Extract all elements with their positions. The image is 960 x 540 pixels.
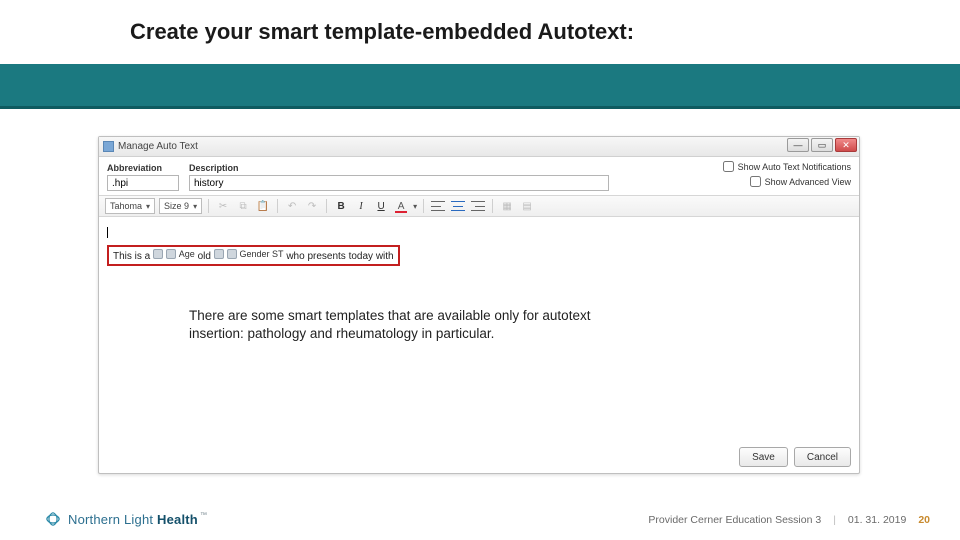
editor-body[interactable]: This is a Age old Gender ST who presents… (99, 217, 859, 274)
gender-chip[interactable]: Gender ST (227, 249, 284, 259)
teal-underline (0, 106, 960, 109)
brand-text: Northern Light Health™ (68, 512, 207, 527)
abbreviation-label: Abbreviation (107, 163, 179, 173)
template-highlight-box: This is a Age old Gender ST who presents… (107, 245, 400, 266)
slide-title-band: Create your smart template-embedded Auto… (0, 0, 960, 64)
smart-chip[interactable] (214, 249, 224, 259)
save-button[interactable]: Save (739, 447, 788, 467)
font-color-button[interactable]: A (393, 198, 409, 214)
undo-button[interactable]: ↶ (284, 198, 300, 214)
checkbox-stack: Show Auto Text Notifications Show Advanc… (723, 161, 851, 187)
template-icon (227, 249, 237, 259)
page-number: 20 (918, 514, 930, 526)
dialog-buttons: Save Cancel (739, 447, 851, 467)
window-controls: — ▭ ✕ (787, 138, 857, 152)
cancel-button-label: Cancel (807, 452, 838, 463)
paste-button[interactable]: 📋 (255, 198, 271, 214)
separator (492, 199, 493, 213)
font-select[interactable]: Tahoma ▾ (105, 198, 155, 214)
explanatory-note: There are some smart templates that are … (189, 307, 619, 343)
footer-date: 01. 31. 2019 (848, 514, 906, 526)
show-advanced-row[interactable]: Show Advanced View (750, 176, 851, 187)
bold-button[interactable]: B (333, 198, 349, 214)
chevron-down-icon[interactable]: ▾ (413, 202, 417, 211)
separator (208, 199, 209, 213)
cancel-button[interactable]: Cancel (794, 447, 851, 467)
underline-button[interactable]: U (373, 198, 389, 214)
align-center-button[interactable] (450, 198, 466, 214)
abbreviation-field-group: Abbreviation (107, 163, 179, 191)
footer-divider: | (833, 514, 836, 526)
template-icon (166, 249, 176, 259)
align-left-button[interactable] (430, 198, 446, 214)
size-select-value: Size 9 (164, 201, 189, 211)
description-input[interactable] (189, 175, 609, 191)
age-chip[interactable]: Age (166, 249, 195, 259)
slide-title: Create your smart template-embedded Auto… (130, 19, 634, 45)
template-text-tail: who presents today with (286, 251, 393, 262)
show-notifications-label: Show Auto Text Notifications (738, 162, 851, 172)
template-text-lead: This is a (113, 251, 150, 262)
minimize-button[interactable]: — (787, 138, 809, 152)
tm-mark: ™ (200, 512, 207, 519)
text-cursor (107, 227, 108, 238)
close-button[interactable]: ✕ (835, 138, 857, 152)
cursor-line (107, 227, 851, 239)
window-title: Manage Auto Text (118, 141, 198, 152)
copy-button[interactable]: ⧉ (235, 198, 251, 214)
cut-button[interactable]: ✂ (215, 198, 231, 214)
abbreviation-input[interactable] (107, 175, 179, 191)
brand-mark-icon (44, 510, 62, 528)
save-button-label: Save (752, 452, 775, 463)
footer-right: Provider Cerner Education Session 3 | 01… (648, 514, 930, 526)
separator (277, 199, 278, 213)
fields-row: Abbreviation Description Show Auto Text … (99, 157, 859, 195)
brand-bold: Health (157, 512, 198, 527)
session-label: Provider Cerner Education Session 3 (648, 514, 821, 526)
italic-button[interactable]: I (353, 198, 369, 214)
insert-button-1[interactable]: ▦ (499, 198, 515, 214)
description-field-group: Description (189, 163, 609, 191)
chevron-down-icon: ▾ (193, 202, 197, 211)
show-advanced-checkbox[interactable] (750, 176, 761, 187)
brand-logo: Northern Light Health™ (44, 510, 207, 528)
show-notifications-checkbox[interactable] (723, 161, 734, 172)
brand-light: Northern Light (68, 512, 153, 527)
maximize-button[interactable]: ▭ (811, 138, 833, 152)
size-select[interactable]: Size 9 ▾ (159, 198, 202, 214)
separator (423, 199, 424, 213)
manage-autotext-window: Manage Auto Text — ▭ ✕ Abbreviation Desc… (98, 136, 860, 474)
show-notifications-row[interactable]: Show Auto Text Notifications (723, 161, 851, 172)
window-titlebar: Manage Auto Text — ▭ ✕ (99, 137, 859, 157)
editor-toolbar: Tahoma ▾ Size 9 ▾ ✂ ⧉ 📋 ↶ ↷ B I U A ▾ ▦ … (99, 195, 859, 217)
template-text-old: old (198, 251, 211, 262)
separator (326, 199, 327, 213)
align-right-button[interactable] (470, 198, 486, 214)
font-select-value: Tahoma (110, 201, 142, 211)
description-label: Description (189, 163, 609, 173)
app-icon (103, 141, 114, 152)
template-icon (214, 249, 224, 259)
template-icon (153, 249, 163, 259)
show-advanced-label: Show Advanced View (765, 177, 851, 187)
age-chip-label: Age (179, 249, 195, 259)
teal-band (0, 64, 960, 106)
smart-chip[interactable] (153, 249, 163, 259)
chevron-down-icon: ▾ (146, 202, 150, 211)
redo-button[interactable]: ↷ (304, 198, 320, 214)
insert-button-2[interactable]: ▤ (519, 198, 535, 214)
gender-chip-label: Gender ST (240, 249, 284, 259)
